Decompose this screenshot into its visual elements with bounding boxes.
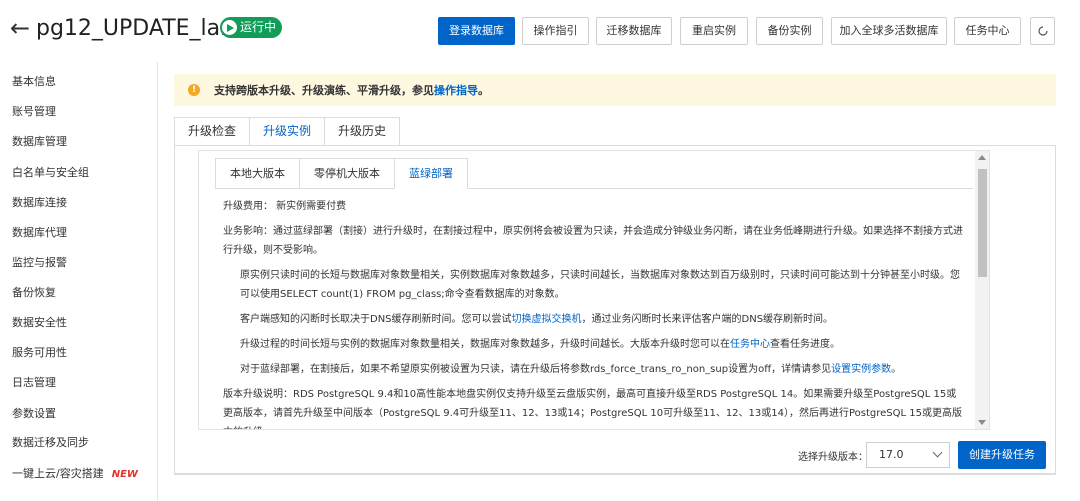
- sidebar-item-cloud-migration[interactable]: 一键上云/容灾搭建 NEW: [12, 467, 138, 482]
- sidebar-item-logs[interactable]: 日志管理: [12, 376, 56, 390]
- tab-upgrade-check[interactable]: 升级检查: [174, 117, 250, 146]
- upgrade-description: 升级费用： 新实例需要付费 业务影响：通过蓝绿部署（割接）进行升级时，在割接过程…: [223, 197, 965, 429]
- main-tabs: 升级检查 升级实例 升级历史: [174, 117, 401, 146]
- scroll-down-icon[interactable]: [978, 420, 986, 425]
- version-note: 版本升级说明：RDS PostgreSQL 9.4和10高性能本地盘实例仅支持升…: [223, 389, 962, 429]
- refresh-button[interactable]: [1030, 17, 1055, 45]
- sidebar: 基本信息 账号管理 数据库管理 白名单与安全组 数据库连接 数据库代理 监控与报…: [0, 62, 158, 501]
- status-badge: 运行中: [220, 17, 283, 38]
- chevron-down-icon: [932, 447, 943, 458]
- scroll-up-icon[interactable]: [978, 155, 986, 160]
- guide-link[interactable]: 操作指导: [434, 84, 478, 97]
- fee-text: 升级费用： 新实例需要付费: [223, 201, 347, 212]
- task-center-link[interactable]: 任务中心: [730, 339, 770, 350]
- header: ← pg12_UPDATE_lanlv 运行中 登录数据库 操作指引 迁移数据库…: [0, 0, 1080, 62]
- notice-banner: ! 支持跨版本升级、升级演练、平滑升级，参见操作指导。: [174, 74, 1056, 106]
- scroll-thumb[interactable]: [978, 169, 987, 277]
- sidebar-item-whitelist[interactable]: 白名单与安全组: [12, 166, 89, 180]
- sidebar-item-migration[interactable]: 数据迁移及同步: [12, 436, 89, 450]
- sidebar-item-db-proxy[interactable]: 数据库代理: [12, 226, 67, 240]
- warning-icon: !: [188, 84, 200, 96]
- duration-note-text: 升级过程的时间长短与实例的数据库对象数量相关，数据库对象数越多，升级时间越长。大…: [240, 339, 730, 350]
- dns-note-suffix: ，通过业务闪断时长来评估客户端的DNS缓存刷新时间。: [581, 314, 834, 325]
- bluegreen-note-suffix: 。: [891, 364, 902, 375]
- version-label: 选择升级版本：: [798, 452, 868, 463]
- create-upgrade-task-button[interactable]: 创建升级任务: [958, 441, 1046, 469]
- duration-note-suffix: 查看任务进度。: [770, 339, 840, 350]
- notice-text: 支持跨版本升级、升级演练、平滑升级，参见操作指导。: [214, 82, 489, 98]
- login-db-button[interactable]: 登录数据库: [438, 17, 515, 45]
- dns-note: 客户端感知的闪断时长取决于DNS缓存刷新时间。您可以尝试切换虚拟交换机，通过业务…: [223, 310, 965, 329]
- sidebar-item-availability[interactable]: 服务可用性: [12, 346, 67, 360]
- bluegreen-note: 对于蓝绿部署，在割接后，如果不希望原实例被设置为只读，请在升级后将参数rds_f…: [223, 360, 965, 379]
- dns-note-text: 客户端感知的闪断时长取决于DNS缓存刷新时间。您可以尝试: [240, 314, 512, 325]
- sub-tabs: 本地大版本 零停机大版本 蓝绿部署: [215, 158, 468, 189]
- notice-message: 支持跨版本升级、升级演练、平滑升级，参见: [214, 84, 434, 97]
- sidebar-item-backup[interactable]: 备份恢复: [12, 286, 56, 300]
- duration-note: 升级过程的时间长短与实例的数据库对象数量相关，数据库对象数越多，升级时间越长。大…: [223, 335, 965, 354]
- bluegreen-note-text: 对于蓝绿部署，在割接后，如果不希望原实例被设置为只读，请在升级后将参数rds_f…: [240, 364, 832, 375]
- sidebar-item-parameters[interactable]: 参数设置: [12, 407, 56, 421]
- join-global-db-button[interactable]: 加入全球多活数据库: [831, 17, 947, 45]
- tab-upgrade-history[interactable]: 升级历史: [324, 117, 401, 146]
- sidebar-item-label: 一键上云/容灾搭建: [12, 467, 104, 480]
- sidebar-item-security[interactable]: 数据安全性: [12, 316, 67, 330]
- switch-vswitch-link[interactable]: 切换虚拟交换机: [512, 314, 582, 325]
- back-arrow-icon[interactable]: ←: [10, 14, 30, 42]
- subtab-blue-green[interactable]: 蓝绿部署: [394, 158, 468, 189]
- play-icon: [222, 20, 237, 35]
- restart-button[interactable]: 重启实例: [680, 17, 748, 45]
- subtab-local-major[interactable]: 本地大版本: [215, 158, 299, 189]
- new-badge: NEW: [111, 469, 138, 480]
- panel-bottom-border: [174, 474, 1056, 475]
- sidebar-item-monitoring[interactable]: 监控与报警: [12, 256, 67, 270]
- task-center-button[interactable]: 任务中心: [954, 17, 1021, 45]
- version-value: 17.0: [879, 448, 904, 461]
- status-text: 运行中: [240, 20, 277, 34]
- tab-upgrade-instance[interactable]: 升级实例: [249, 117, 325, 146]
- set-params-link[interactable]: 设置实例参数: [831, 364, 891, 375]
- backup-button[interactable]: 备份实例: [756, 17, 823, 45]
- scrollbar[interactable]: [975, 151, 989, 429]
- sidebar-item-databases[interactable]: 数据库管理: [12, 135, 67, 149]
- migrate-db-button[interactable]: 迁移数据库: [596, 17, 672, 45]
- refresh-icon: [1037, 26, 1048, 36]
- sidebar-item-db-connection[interactable]: 数据库连接: [12, 196, 67, 210]
- notice-suffix: 。: [478, 84, 489, 97]
- impact-text: 业务影响：通过蓝绿部署（割接）进行升级时，在割接过程中，原实例将会被设置为只读，…: [223, 226, 963, 256]
- sidebar-item-accounts[interactable]: 账号管理: [12, 105, 56, 119]
- version-select[interactable]: 17.0: [866, 442, 950, 468]
- readonly-note: 原实例只读时间的长短与数据库对象数量相关，实例数据库对象数越多，只读时间越长，当…: [240, 270, 960, 300]
- guide-button[interactable]: 操作指引: [522, 17, 589, 45]
- upgrade-panel: 本地大版本 零停机大版本 蓝绿部署 升级费用： 新实例需要付费 业务影响：通过蓝…: [198, 150, 990, 430]
- sidebar-item-basic-info[interactable]: 基本信息: [12, 75, 56, 89]
- subtab-zero-downtime[interactable]: 零停机大版本: [299, 158, 394, 189]
